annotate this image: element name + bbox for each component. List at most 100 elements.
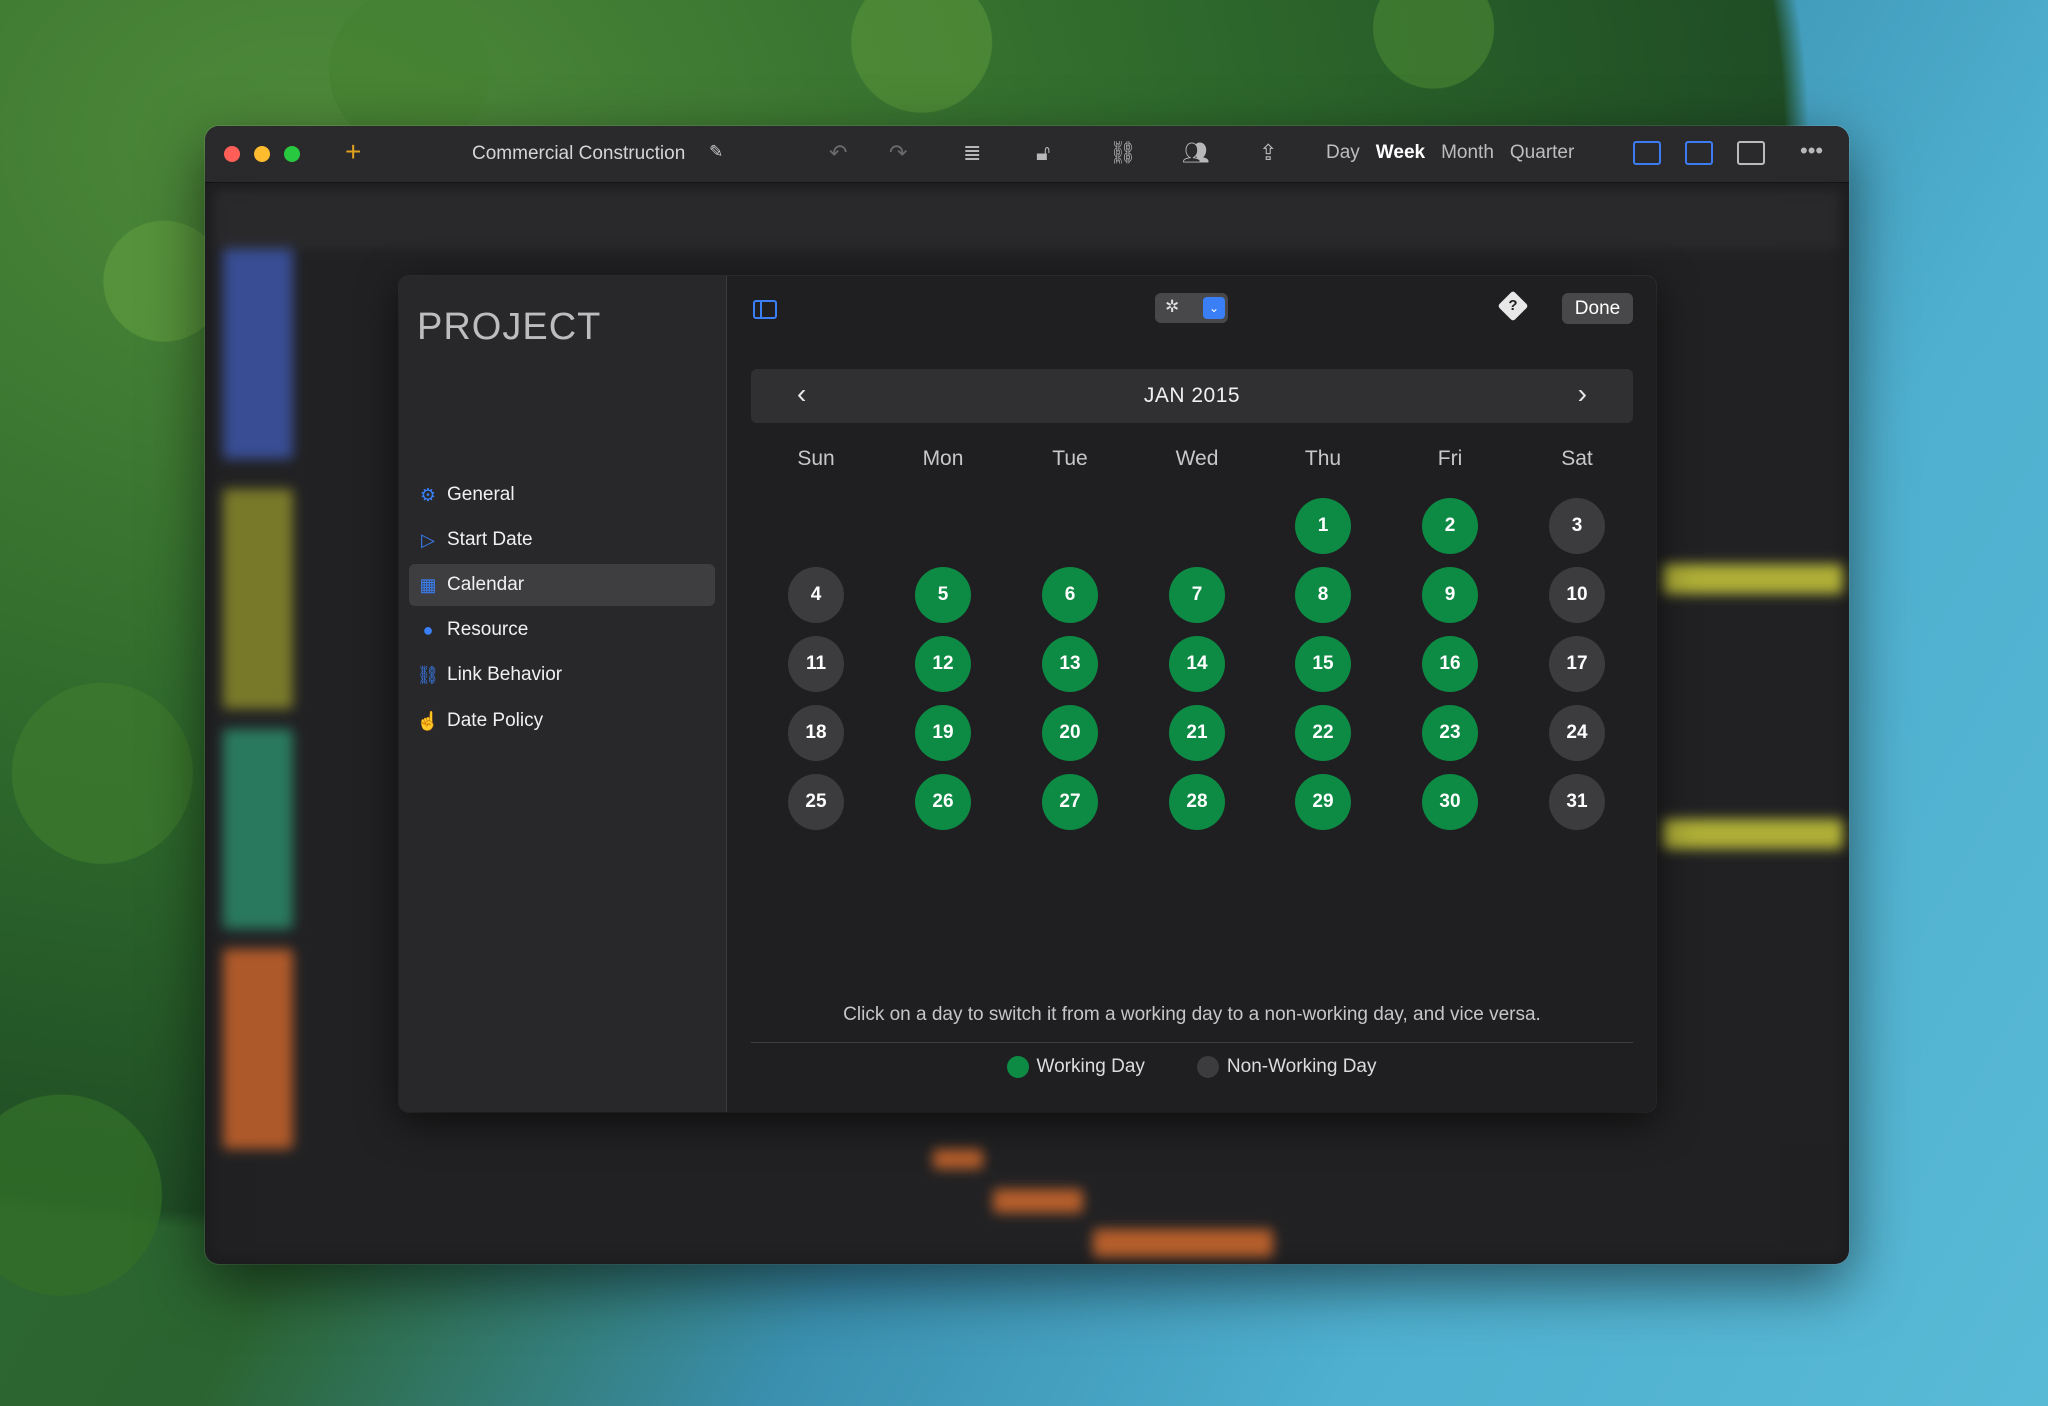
day-cell[interactable]: 8 xyxy=(1295,567,1351,623)
calendar-preset-popup[interactable]: ✲ ⌄ xyxy=(1155,293,1228,323)
day-cell[interactable]: 26 xyxy=(915,774,971,830)
divider xyxy=(751,1042,1633,1043)
day-cell[interactable]: 1 xyxy=(1295,498,1351,554)
magic-wand-icon: ✲ xyxy=(1165,297,1180,316)
day-cell[interactable]: 4 xyxy=(788,567,844,623)
gears-icon: ⚙ xyxy=(419,484,437,505)
day-cell[interactable]: 30 xyxy=(1422,774,1478,830)
day-cell[interactable]: 13 xyxy=(1042,636,1098,692)
done-button[interactable]: Done xyxy=(1562,293,1633,324)
calendar-panel: ✲ ⌄ ? Done ‹ JAN 2015 › Sun Mon Tue Wed Thu F… xyxy=(727,276,1656,1112)
redo-icon[interactable]: ↷ xyxy=(889,140,907,166)
undo-icon[interactable]: ↶ xyxy=(829,140,847,166)
month-navigator: ‹ JAN 2015 › xyxy=(751,369,1633,423)
day-cell[interactable]: 28 xyxy=(1169,774,1225,830)
calendar-hint: Click on a day to switch it from a worki… xyxy=(843,1004,1541,1025)
legend-item-working: Working Day xyxy=(1006,1056,1145,1078)
view-segmented-control: Day Week Month Quarter xyxy=(1318,137,1582,171)
people-icon[interactable]: 👥︎ xyxy=(1182,140,1210,166)
day-cell[interactable]: 18 xyxy=(788,705,844,761)
day-cell[interactable]: 6 xyxy=(1042,567,1098,623)
day-cell[interactable]: 11 xyxy=(788,636,844,692)
add-icon[interactable]: + xyxy=(345,137,361,167)
day-cell[interactable]: 12 xyxy=(915,636,971,692)
view-week-button[interactable]: Week xyxy=(1368,137,1433,171)
sidebar-item-label: Link Behavior xyxy=(447,664,563,685)
pencil-icon[interactable]: ✎ xyxy=(709,142,723,162)
working-day-swatch xyxy=(1006,1056,1029,1078)
day-cell[interactable]: 10 xyxy=(1549,567,1605,623)
sidebar-title: PROJECT xyxy=(417,306,602,348)
view-day-button[interactable]: Day xyxy=(1318,137,1368,171)
view-quarter-button[interactable]: Quarter xyxy=(1502,137,1582,171)
sidebar-item-label: Start Date xyxy=(447,529,533,550)
weekday-thu: Thu xyxy=(1304,447,1342,470)
view-month-button[interactable]: Month xyxy=(1433,137,1502,171)
document-title[interactable]: Commercial Construction xyxy=(472,143,685,165)
hand-pointer-icon: ☝ xyxy=(416,710,440,731)
day-cell[interactable]: 2 xyxy=(1422,498,1478,554)
month-label: JAN 2015 xyxy=(1143,384,1241,407)
link-icon: ⛓︎ xyxy=(416,664,440,685)
day-cell[interactable]: 22 xyxy=(1295,705,1351,761)
lock-icon[interactable]: 🔓︎ xyxy=(1036,140,1050,166)
sidebar-item-resource[interactable]: ● Resource xyxy=(409,609,715,651)
zoom-window-button[interactable] xyxy=(284,146,300,162)
non-working-day-swatch xyxy=(1196,1056,1219,1078)
day-cell[interactable]: 25 xyxy=(788,774,844,830)
sidebar-item-link-behavior[interactable]: ⛓︎ Link Behavior xyxy=(409,654,715,696)
sidebar-item-date-policy[interactable]: ☝ Date Policy xyxy=(409,700,715,742)
more-options-icon[interactable]: ••• xyxy=(1800,138,1823,164)
start-arrow-icon: ▷ xyxy=(421,529,435,550)
day-cell[interactable]: 24 xyxy=(1549,705,1605,761)
day-cell[interactable]: 17 xyxy=(1549,636,1605,692)
sidebar-item-calendar[interactable]: ▦ Calendar xyxy=(409,564,715,606)
help-button[interactable]: ? xyxy=(1497,290,1529,322)
day-cell[interactable]: 23 xyxy=(1422,705,1478,761)
day-cell[interactable]: 19 xyxy=(915,705,971,761)
legend-item-non-working: Non-Working Day xyxy=(1196,1056,1377,1078)
weekday-tue: Tue xyxy=(1052,447,1088,470)
day-cell[interactable]: 20 xyxy=(1042,705,1098,761)
link-icon[interactable]: ⛓︎ xyxy=(1109,140,1137,166)
sidebar-item-label: General xyxy=(447,484,515,505)
center-panel-toggle-icon[interactable] xyxy=(1685,141,1713,165)
sidebar-item-start-date[interactable]: ▷ Start Date xyxy=(409,519,715,561)
day-cell[interactable]: 9 xyxy=(1422,567,1478,623)
person-icon: ● xyxy=(422,619,434,640)
settings-sidebar: PROJECT ⚙ General ▷ Start Date ▦ Calenda… xyxy=(399,276,727,1112)
day-cell[interactable]: 3 xyxy=(1549,498,1605,554)
outline-indent-icon[interactable]: ≣ xyxy=(963,140,981,166)
sidebar-item-general[interactable]: ⚙ General xyxy=(409,474,715,516)
next-month-icon[interactable]: › xyxy=(1578,379,1587,409)
project-settings-sheet: PROJECT ⚙ General ▷ Start Date ▦ Calenda… xyxy=(399,276,1656,1112)
day-cell[interactable]: 7 xyxy=(1169,567,1225,623)
day-cell[interactable]: 14 xyxy=(1169,636,1225,692)
minimize-window-button[interactable] xyxy=(254,146,270,162)
app-window: + Commercial Construction ✎ ↶ ↷ ≣ 🔓︎ ⛓︎ … xyxy=(205,126,1849,1264)
right-panel-toggle-icon[interactable] xyxy=(1737,141,1765,165)
day-cell[interactable]: 21 xyxy=(1169,705,1225,761)
legend: Working Day Non-Working Day xyxy=(727,1056,1656,1078)
day-cell[interactable]: 5 xyxy=(915,567,971,623)
share-icon[interactable]: ⇪ xyxy=(1259,140,1277,166)
calendar-icon: ▦ xyxy=(419,574,437,595)
day-cell[interactable]: 15 xyxy=(1295,636,1351,692)
weekday-fri: Fri xyxy=(1437,447,1463,470)
day-cell[interactable]: 29 xyxy=(1295,774,1351,830)
sidebar-item-label: Resource xyxy=(447,619,529,640)
day-cell[interactable]: 31 xyxy=(1549,774,1605,830)
sidebar-toggle-icon[interactable] xyxy=(753,300,777,319)
legend-label: Working Day xyxy=(1036,1056,1145,1077)
day-cell[interactable]: 16 xyxy=(1422,636,1478,692)
legend-label: Non-Working Day xyxy=(1226,1056,1377,1077)
chevron-down-icon: ⌄ xyxy=(1203,297,1225,319)
weekday-sun: Sun xyxy=(797,447,835,470)
sidebar-item-label: Calendar xyxy=(447,574,525,595)
help-icon: ? xyxy=(1508,297,1518,314)
day-cell[interactable]: 27 xyxy=(1042,774,1098,830)
close-window-button[interactable] xyxy=(224,146,240,162)
weekday-sat: Sat xyxy=(1561,447,1593,470)
left-panel-toggle-icon[interactable] xyxy=(1633,141,1661,165)
weekday-wed: Wed xyxy=(1175,447,1219,470)
